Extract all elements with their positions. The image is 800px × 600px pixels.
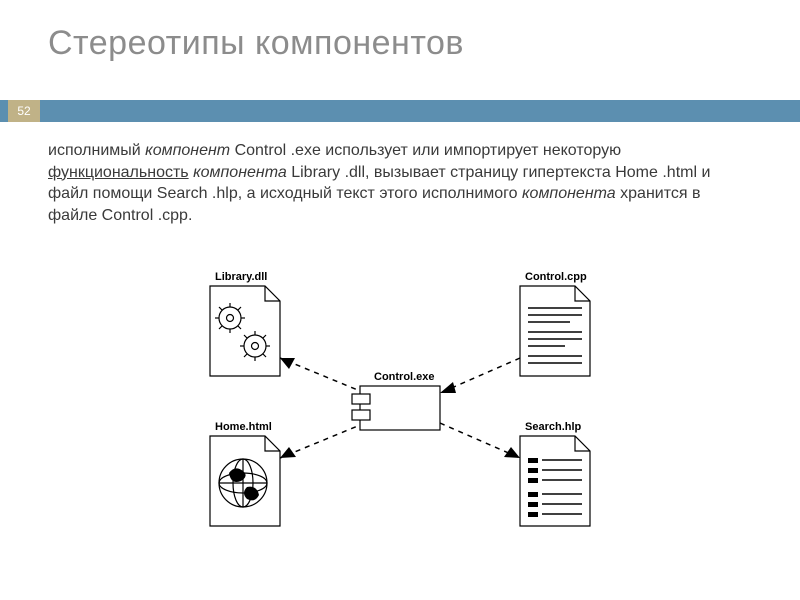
component-diagram: Library.dll [140, 258, 660, 558]
file-home: Home.html [210, 421, 280, 526]
body-text-1: исполнимый [48, 142, 141, 159]
body-paragraph: исполнимый компонент Control .exe исполь… [48, 140, 748, 226]
component-control-exe: Control.exe [352, 371, 440, 430]
file-library: Library.dll [210, 271, 280, 376]
body-text-3: Control .exe использует или импортирует … [235, 142, 622, 159]
page-number: 52 [17, 104, 30, 118]
arrowhead-library [280, 358, 295, 369]
body-text-7: компонента [522, 185, 616, 202]
label-home: Home.html [215, 421, 272, 433]
page-number-badge: 52 [8, 100, 40, 122]
arrowhead-cpp [440, 382, 456, 393]
label-control-exe: Control.exe [374, 371, 435, 383]
body-text-4: функциональность [48, 164, 189, 181]
slide-title: Стереотипы компонентов [48, 24, 464, 63]
file-control-cpp: Control.cpp [520, 271, 590, 376]
body-text-2: компонент [145, 142, 230, 159]
dep-line-library [280, 358, 365, 393]
label-library: Library.dll [215, 271, 267, 283]
file-search: Search.hlp [520, 421, 590, 526]
label-control-cpp: Control.cpp [525, 271, 587, 283]
body-text-5: компонента [193, 164, 287, 181]
arrowhead-home [280, 447, 296, 458]
globe-icon [219, 459, 267, 507]
accent-bar [0, 100, 800, 122]
label-search: Search.hlp [525, 421, 582, 433]
